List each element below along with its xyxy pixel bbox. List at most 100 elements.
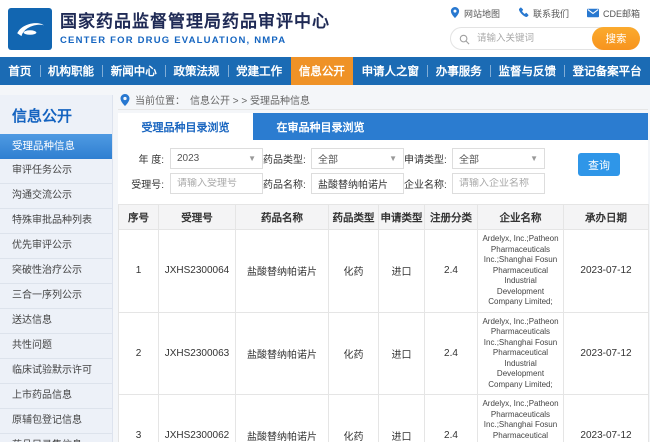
- nav-item-登记备案平台[interactable]: 登记备案平台: [564, 57, 650, 85]
- table-cell: 1: [119, 230, 159, 313]
- breadcrumb: 当前位置：信息公开 > > 受理品种信息: [118, 90, 648, 110]
- year-select-value: 2023: [177, 153, 199, 164]
- logo-swoosh-icon: [12, 12, 48, 46]
- site-title: 国家药品监督管理局药品审评中心: [60, 11, 330, 32]
- tab-受理品种目录浏览[interactable]: 受理品种目录浏览: [118, 113, 253, 140]
- nav-item-政策法规[interactable]: 政策法规: [165, 57, 228, 85]
- table-cell: 2.4: [425, 312, 478, 395]
- table-cell: JXHS2300062: [159, 395, 236, 442]
- acceptance-no-label: 受理号:: [126, 176, 164, 191]
- filter-row-2: 受理号: 药品名称: 企业名称:: [126, 173, 648, 194]
- nav-item-机构职能[interactable]: 机构职能: [40, 57, 103, 85]
- sidebar-items: 受理品种信息审评任务公示沟通交流公示特殊审批品种列表优先审评公示突破性治疗公示三…: [0, 134, 112, 442]
- quick-link-CDE邮箱[interactable]: CDE邮箱: [587, 7, 640, 20]
- apply-type-select[interactable]: 全部 ▼: [452, 148, 545, 169]
- quick-link-label: 联系我们: [533, 7, 569, 20]
- query-button[interactable]: 查询: [578, 153, 620, 176]
- search-button[interactable]: 搜索: [592, 27, 640, 50]
- drug-type-label: 药品类型:: [263, 151, 305, 166]
- drug-name-input[interactable]: [318, 178, 397, 189]
- table-row[interactable]: 2JXHS2300063盐酸替纳帕诺片化药进口2.4Ardelyx, Inc.;…: [119, 312, 649, 395]
- table-head: 序号受理号药品名称药品类型申请类型注册分类企业名称承办日期: [119, 205, 649, 230]
- search-icon: [459, 32, 470, 50]
- table-cell: 3: [119, 395, 159, 442]
- year-label: 年 度:: [126, 151, 164, 166]
- sidebar-item-送达信息[interactable]: 送达信息: [0, 309, 112, 334]
- nav-item-党建工作[interactable]: 党建工作: [228, 57, 291, 85]
- column-header-注册分类: 注册分类: [425, 205, 478, 230]
- apply-type-label: 申请类型:: [404, 151, 446, 166]
- table-header-row: 序号受理号药品名称药品类型申请类型注册分类企业名称承办日期: [119, 205, 649, 230]
- quick-link-label: 网站地图: [464, 7, 500, 20]
- table-cell: JXHS2300064: [159, 230, 236, 313]
- sidebar-item-优先审评公示[interactable]: 优先审评公示: [0, 234, 112, 259]
- nav-item-信息公开[interactable]: 信息公开: [291, 57, 354, 85]
- mail-icon: [587, 8, 599, 20]
- breadcrumb-prefix: 当前位置：: [135, 92, 185, 107]
- table-cell: 进口: [379, 395, 425, 442]
- chevron-down-icon: ▼: [530, 154, 538, 163]
- column-header-药品名称: 药品名称: [236, 205, 329, 230]
- results-panel: 受理品种目录浏览在审品种目录浏览 年 度: 2023 ▼ 药品类型: 全部 ▼: [118, 113, 648, 442]
- table-cell: 化药: [329, 312, 379, 395]
- sidebar-item-临床试验默示许可[interactable]: 临床试验默示许可: [0, 359, 112, 384]
- table-cell: 2: [119, 312, 159, 395]
- column-header-申请类型: 申请类型: [379, 205, 425, 230]
- table-cell: 2023-07-12: [564, 395, 649, 442]
- drug-type-select-value: 全部: [318, 151, 338, 166]
- drug-type-select[interactable]: 全部 ▼: [311, 148, 404, 169]
- nav-item-新闻中心[interactable]: 新闻中心: [102, 57, 165, 85]
- tab-bar: 受理品种目录浏览在审品种目录浏览: [118, 113, 648, 140]
- table-cell: 2.4: [425, 395, 478, 442]
- table-row[interactable]: 1JXHS2300064盐酸替纳帕诺片化药进口2.4Ardelyx, Inc.;…: [119, 230, 649, 313]
- pin-icon: [450, 7, 460, 20]
- filter-row-1: 年 度: 2023 ▼ 药品类型: 全部 ▼ 申请类型: 全部: [126, 148, 648, 169]
- table-cell: 进口: [379, 230, 425, 313]
- quick-link-label: CDE邮箱: [603, 7, 640, 20]
- quick-link-网站地图[interactable]: 网站地图: [450, 7, 500, 20]
- nav-item-监督与反馈[interactable]: 监督与反馈: [490, 57, 564, 85]
- sidebar: 信息公开 受理品种信息审评任务公示沟通交流公示特殊审批品种列表优先审评公示突破性…: [0, 95, 113, 442]
- table-cell: 2023-07-12: [564, 230, 649, 313]
- table-cell: 盐酸替纳帕诺片: [236, 230, 329, 313]
- company-name-field: [452, 173, 545, 194]
- chevron-down-icon: ▼: [389, 154, 397, 163]
- company-name-label: 企业名称:: [404, 176, 446, 191]
- site-header: 国家药品监督管理局药品审评中心 CENTER FOR DRUG EVALUATI…: [0, 0, 650, 57]
- column-header-承办日期: 承办日期: [564, 205, 649, 230]
- main-nav: 首页机构职能新闻中心政策法规党建工作信息公开申请人之窗办事服务监督与反馈登记备案…: [0, 57, 650, 85]
- filter-form: 年 度: 2023 ▼ 药品类型: 全部 ▼ 申请类型: 全部: [118, 140, 648, 204]
- sidebar-item-受理品种信息[interactable]: 受理品种信息: [0, 134, 112, 159]
- table-row[interactable]: 3JXHS2300062盐酸替纳帕诺片化药进口2.4Ardelyx, Inc.;…: [119, 395, 649, 442]
- sidebar-item-特殊审批品种列表[interactable]: 特殊审批品种列表: [0, 209, 112, 234]
- phone-icon: [518, 7, 529, 20]
- quick-link-联系我们[interactable]: 联系我们: [518, 7, 569, 20]
- sidebar-item-药品目录集信息[interactable]: 药品目录集信息: [0, 434, 112, 442]
- tab-在审品种目录浏览[interactable]: 在审品种目录浏览: [253, 113, 388, 140]
- content-area: 信息公开 受理品种信息审评任务公示沟通交流公示特殊审批品种列表优先审评公示突破性…: [0, 85, 650, 442]
- sidebar-item-三合一序列公示[interactable]: 三合一序列公示: [0, 284, 112, 309]
- sidebar-item-原辅包登记信息[interactable]: 原辅包登记信息: [0, 409, 112, 434]
- nav-item-办事服务[interactable]: 办事服务: [427, 57, 490, 85]
- acceptance-no-input[interactable]: [177, 178, 256, 189]
- sidebar-item-沟通交流公示[interactable]: 沟通交流公示: [0, 184, 112, 209]
- table-cell: 盐酸替纳帕诺片: [236, 395, 329, 442]
- sidebar-item-突破性治疗公示[interactable]: 突破性治疗公示: [0, 259, 112, 284]
- chevron-down-icon: ▼: [248, 154, 256, 163]
- nav-item-首页[interactable]: 首页: [0, 57, 40, 85]
- location-pin-icon: [120, 94, 130, 106]
- column-header-药品类型: 药品类型: [329, 205, 379, 230]
- sidebar-item-上市药品信息[interactable]: 上市药品信息: [0, 384, 112, 409]
- table-cell: 进口: [379, 312, 425, 395]
- company-name-input[interactable]: [459, 178, 538, 189]
- sidebar-item-审评任务公示[interactable]: 审评任务公示: [0, 159, 112, 184]
- table-cell: Ardelyx, Inc.;Patheon Pharmaceuticals In…: [478, 230, 564, 313]
- nav-item-申请人之窗[interactable]: 申请人之窗: [353, 57, 427, 85]
- cde-logo-icon: [8, 8, 52, 50]
- sidebar-title: 信息公开: [0, 95, 112, 134]
- table-cell: 化药: [329, 395, 379, 442]
- table-body: 1JXHS2300064盐酸替纳帕诺片化药进口2.4Ardelyx, Inc.;…: [119, 230, 649, 442]
- sidebar-item-共性问题[interactable]: 共性问题: [0, 334, 112, 359]
- year-select[interactable]: 2023 ▼: [170, 148, 263, 169]
- column-header-受理号: 受理号: [159, 205, 236, 230]
